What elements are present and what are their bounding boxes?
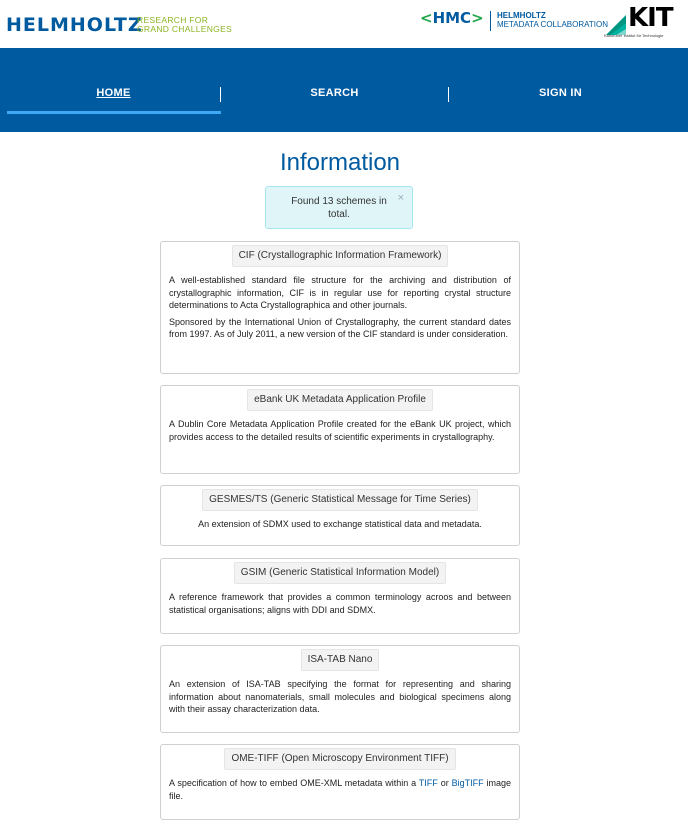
nav-home[interactable]: HOME xyxy=(7,87,220,99)
scheme-description: A specification of how to embed OME-XML … xyxy=(161,770,519,812)
hmc-line-1: HELMHOLTZ xyxy=(497,11,546,20)
kit-subtitle: Karlsruher Institut für Technologie xyxy=(604,33,664,38)
tagline-line-2: GRAND CHALLENGES xyxy=(137,24,233,34)
scheme-title[interactable]: eBank UK Metadata Application Profile xyxy=(247,389,433,411)
scheme-paragraph: A Dublin Core Metadata Application Profi… xyxy=(169,419,511,442)
helmholtz-logo[interactable]: HELMHOLTZ xyxy=(6,14,143,36)
scheme-paragraph: A specification of how to embed OME-XML … xyxy=(169,777,511,802)
kit-logo[interactable]: KIT xyxy=(628,3,674,33)
scheme-description: An extension of SDMX used to exchange st… xyxy=(161,511,519,541)
hmc-logo-text: HMC xyxy=(432,9,472,27)
scheme-paragraph: Sponsored by the International Union of … xyxy=(169,316,511,340)
hmc-line-2: METADATA COLLABORATION xyxy=(497,20,608,29)
site-header: HELMHOLTZ RESEARCH FOR GRAND CHALLENGES … xyxy=(0,0,688,48)
nav-divider xyxy=(448,87,449,102)
scheme-title[interactable]: GSIM (Generic Statistical Information Mo… xyxy=(233,562,447,584)
nav-divider xyxy=(220,87,221,102)
scheme-card: GSIM (Generic Statistical Information Mo… xyxy=(160,558,520,634)
scheme-description: A Dublin Core Metadata Application Profi… xyxy=(161,411,519,453)
scheme-description: A well-established standard file structu… xyxy=(161,267,519,351)
scheme-paragraph: An extension of SDMX used to exchange st… xyxy=(198,519,482,529)
scheme-card: eBank UK Metadata Application Profile A … xyxy=(160,385,520,474)
scheme-paragraph: A reference framework that provides a co… xyxy=(169,592,511,615)
hmc-divider xyxy=(490,11,491,31)
alert-text: Found 13 schemes in total. xyxy=(291,196,387,220)
nav-search[interactable]: SEARCH xyxy=(228,87,441,99)
scheme-text: or xyxy=(440,778,449,788)
tiff-link[interactable]: TIFF xyxy=(419,778,438,788)
results-alert: Found 13 schemes in total. × xyxy=(265,186,413,229)
hmc-right-chevron-icon: > xyxy=(471,9,484,27)
hmc-logo[interactable]: <HMC> xyxy=(420,9,484,27)
scheme-card: CIF (Crystallographic Information Framew… xyxy=(160,241,520,374)
scheme-paragraph: A well-established standard file structu… xyxy=(169,275,511,310)
bigtiff-link[interactable]: BigTIFF xyxy=(452,778,484,788)
scheme-title[interactable]: GESMES/TS (Generic Statistical Message f… xyxy=(202,489,478,511)
nav-active-indicator xyxy=(7,111,221,114)
scheme-paragraph: An extension of ISA-TAB specifying the f… xyxy=(169,679,511,714)
scheme-title[interactable]: OME-TIFF (Open Microscopy Environment TI… xyxy=(224,748,456,770)
scheme-title[interactable]: CIF (Crystallographic Information Framew… xyxy=(231,245,449,267)
scheme-description: An extension of ISA-TAB specifying the f… xyxy=(161,671,519,726)
close-icon[interactable]: × xyxy=(398,192,404,205)
scheme-card: ISA-TAB Nano An extension of ISA-TAB spe… xyxy=(160,645,520,733)
page-title: Information xyxy=(279,149,401,176)
scheme-description: A reference framework that provides a co… xyxy=(161,584,519,626)
nav-sign-in[interactable]: SIGN IN xyxy=(454,87,667,99)
main-nav: HOME SEARCH SIGN IN xyxy=(0,48,688,132)
scheme-title[interactable]: ISA-TAB Nano xyxy=(300,649,380,671)
helmholtz-tagline: RESEARCH FOR GRAND CHALLENGES xyxy=(137,16,232,34)
hmc-subtitle: HELMHOLTZ METADATA COLLABORATION xyxy=(497,11,608,29)
scheme-card: OME-TIFF (Open Microscopy Environment TI… xyxy=(160,744,520,820)
scheme-card: GESMES/TS (Generic Statistical Message f… xyxy=(160,485,520,546)
hmc-left-chevron-icon: < xyxy=(420,9,433,27)
scheme-text: A specification of how to embed OME-XML … xyxy=(169,778,417,788)
